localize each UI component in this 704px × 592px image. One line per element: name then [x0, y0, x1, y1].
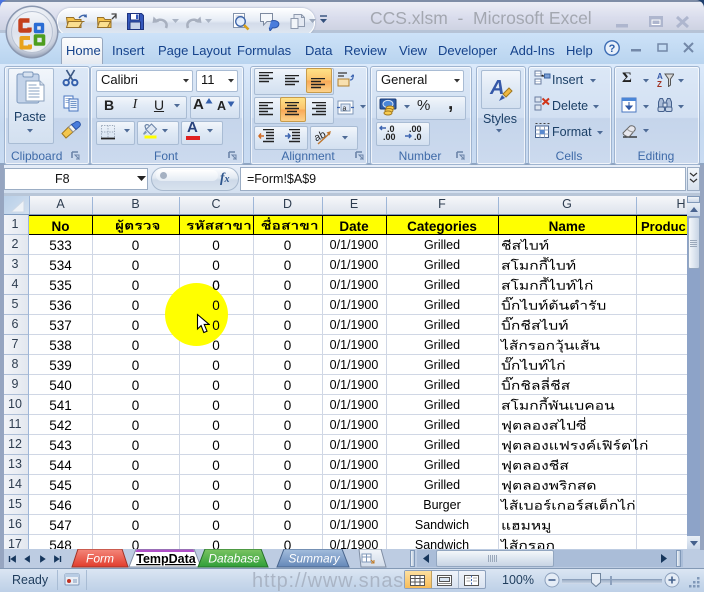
svg-text:.0: .0	[414, 132, 422, 141]
svg-text:?: ?	[609, 43, 616, 55]
svg-text:Database: Database	[208, 552, 260, 566]
svg-text:a: a	[343, 106, 347, 113]
svg-text:Summary: Summary	[288, 552, 340, 566]
svg-text:Form: Form	[86, 552, 114, 566]
svg-text:TempData: TempData	[136, 552, 197, 566]
svg-text:.00: .00	[383, 132, 396, 141]
svg-text:Z: Z	[657, 80, 662, 87]
